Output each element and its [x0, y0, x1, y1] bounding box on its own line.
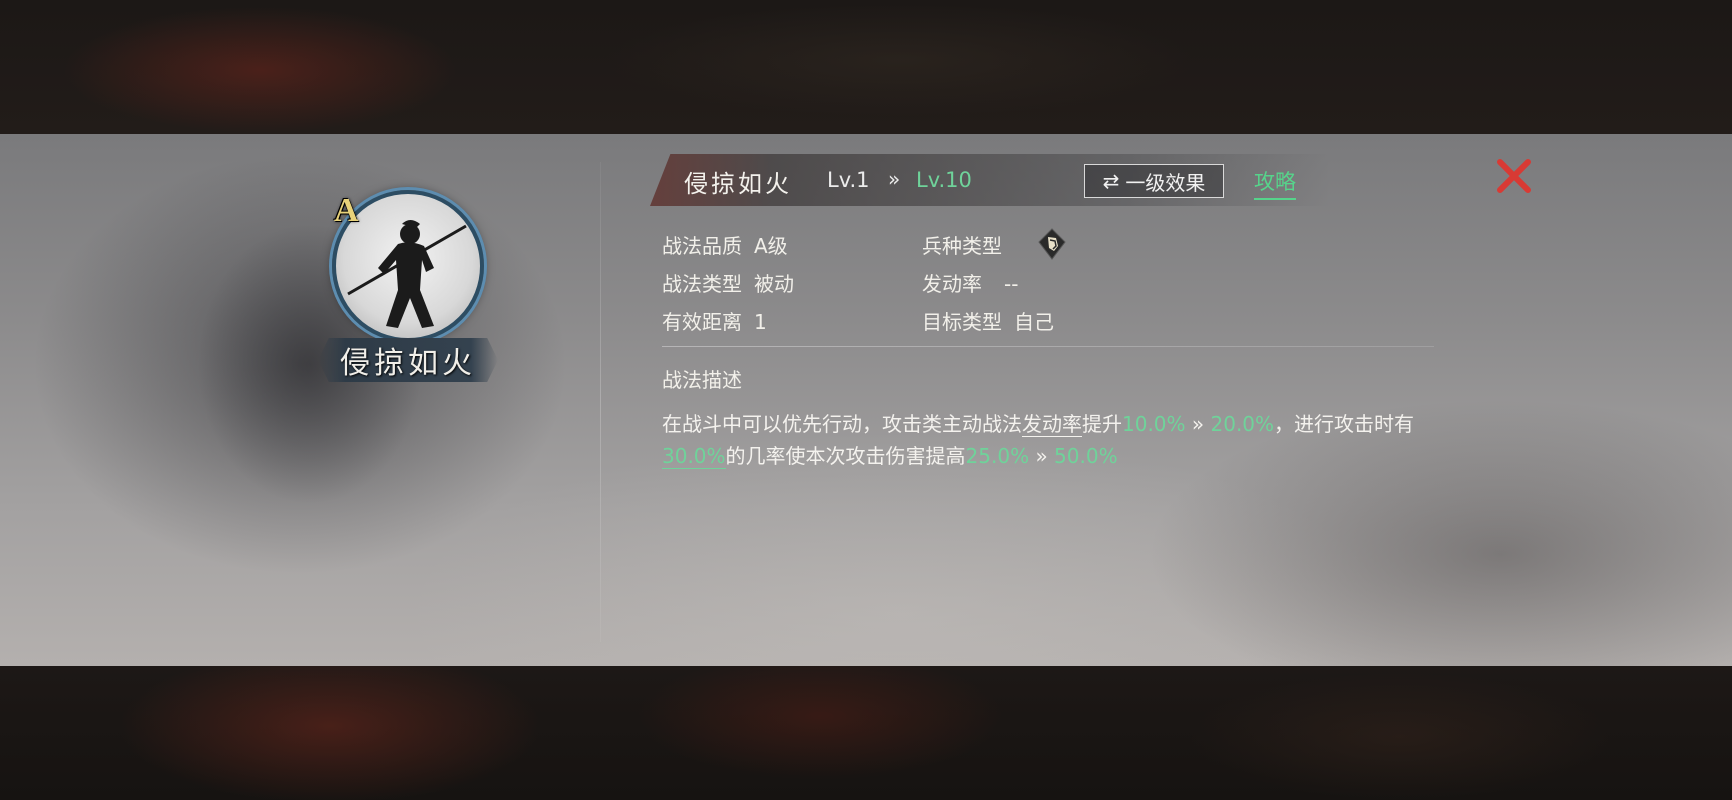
- attr-troop-type: 兵种类型: [922, 230, 1002, 259]
- swap-icon: ⇄: [1102, 169, 1120, 193]
- attr-trigger-rate-value: --: [1004, 272, 1019, 296]
- desc-value-3-from: 25.0%: [965, 444, 1030, 468]
- desc-value-3-to: 50.0%: [1054, 444, 1118, 468]
- attr-quality-label: 战法品质: [662, 234, 742, 258]
- attributes-divider: [662, 346, 1434, 347]
- desc-text-4: 的几率使本次攻击伤害提高: [725, 444, 966, 468]
- attr-trigger-rate-label: 发动率: [922, 272, 982, 296]
- attr-quality: 战法品质 A级: [662, 230, 788, 259]
- desc-value-2[interactable]: 30.0%: [662, 444, 726, 469]
- attr-skill-type-label: 战法类型: [662, 272, 742, 296]
- skill-title: 侵掠如火: [684, 170, 792, 198]
- level-from: Lv.1: [827, 168, 870, 192]
- attr-range-value: 1: [754, 310, 767, 334]
- desc-text-3: ，进行攻击时有: [1274, 412, 1415, 436]
- desc-value-1-to: 20.0%: [1210, 412, 1275, 436]
- description-title: 战法描述: [662, 368, 742, 392]
- attr-target-type-label: 目标类型: [922, 310, 1002, 334]
- close-icon: [1497, 159, 1531, 193]
- level-arrow-icon: »: [888, 167, 901, 191]
- attr-target-type-value: 自己: [1014, 310, 1054, 334]
- attr-target-type: 目标类型 自己: [922, 306, 1054, 335]
- attr-skill-type: 战法类型 被动: [662, 268, 794, 297]
- attr-troop-type-label: 兵种类型: [922, 234, 1002, 258]
- effect-button-label: 一级效果: [1125, 170, 1206, 195]
- grade-badge: A: [334, 192, 359, 229]
- troop-type-shield-icon: [1038, 228, 1066, 260]
- attr-range-label: 有效距离: [662, 310, 742, 334]
- level-to: Lv.10: [916, 168, 972, 192]
- attr-trigger-rate: 发动率 --: [922, 268, 1018, 297]
- attr-quality-value: A级: [754, 234, 788, 258]
- skill-name-banner: 侵掠如火: [318, 338, 498, 382]
- troop-type-icon[interactable]: [1034, 226, 1070, 262]
- level-effect-toggle-button[interactable]: ⇄ 一级效果: [1084, 164, 1224, 198]
- skill-description: 在战斗中可以优先行动，攻击类主动战法发动率提升10.0% » 20.0%，进行攻…: [662, 408, 1442, 472]
- attr-skill-type-value: 被动: [754, 272, 794, 296]
- background-bottom-bar: [0, 666, 1732, 800]
- desc-text-2: 提升: [1082, 412, 1122, 436]
- background-top-bar: [0, 0, 1732, 134]
- trigger-rate-term-link[interactable]: 发动率: [1022, 412, 1082, 437]
- attr-range: 有效距离 1: [662, 306, 767, 335]
- desc-arrow-1: »: [1185, 412, 1211, 436]
- close-button[interactable]: [1492, 154, 1536, 198]
- desc-arrow-2: »: [1029, 444, 1055, 468]
- vertical-divider: [600, 162, 601, 642]
- desc-value-1-from: 10.0%: [1122, 412, 1186, 436]
- skill-detail-popup: A 侵掠如火 侵掠如火 Lv.1 » Lv.10 ⇄ 一级效果 攻略 战法品质 A…: [0, 134, 1732, 666]
- desc-text-1: 在战斗中可以优先行动，攻击类主动战法: [662, 412, 1022, 436]
- guide-link[interactable]: 攻略: [1254, 166, 1296, 200]
